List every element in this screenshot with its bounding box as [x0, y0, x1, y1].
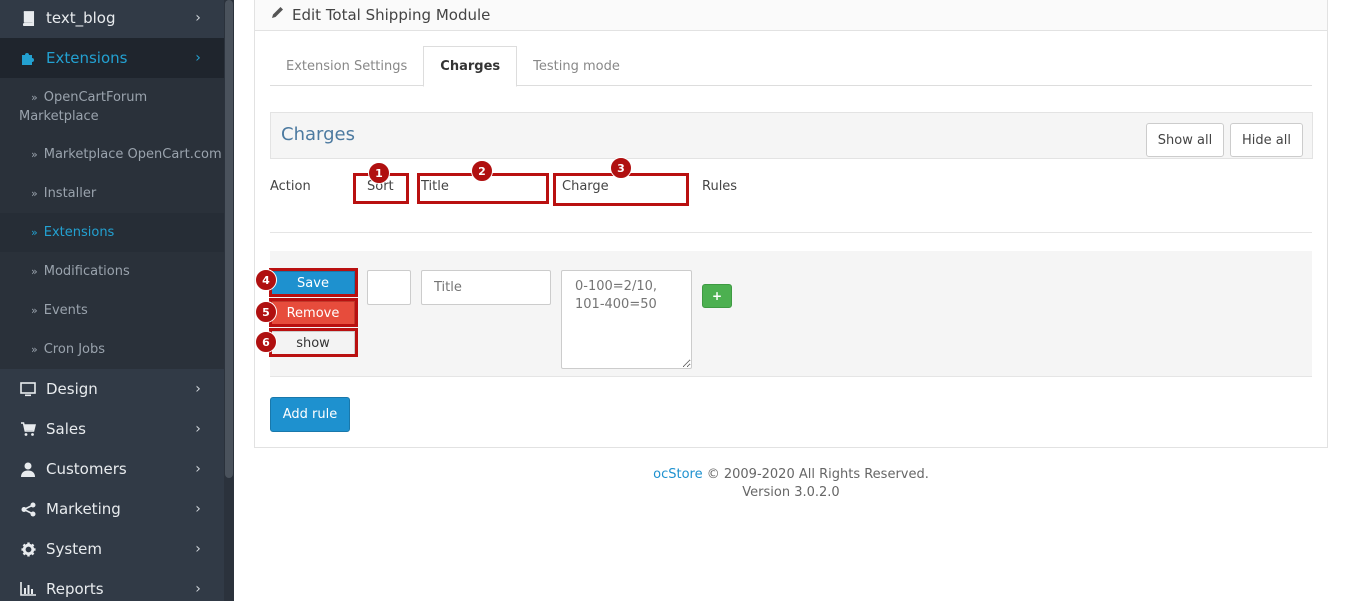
chevron-right-icon: ›	[195, 461, 201, 477]
edit-module-panel: Edit Total Shipping Module Extension Set…	[254, 0, 1328, 448]
double-chevron-icon: »	[31, 343, 38, 356]
double-chevron-icon: »	[31, 148, 38, 161]
sidebar-item-reports[interactable]: Reports ›	[0, 569, 224, 601]
chevron-right-icon: ›	[195, 50, 201, 66]
sort-input[interactable]	[367, 270, 411, 305]
charge-textarea[interactable]	[561, 270, 692, 369]
sidebar-subitem-installer[interactable]: » Installer	[0, 184, 224, 203]
sidebar-subitem-label: Extensions	[43, 225, 115, 240]
tab-testing-mode[interactable]: Testing mode	[517, 46, 636, 86]
sidebar-item-sales[interactable]: Sales ›	[0, 409, 224, 449]
chevron-right-icon: ›	[195, 581, 201, 597]
sidebar-subitem-label: Events	[43, 303, 88, 318]
chevron-right-icon: ›	[195, 421, 201, 437]
bar-chart-icon	[18, 582, 38, 596]
section-title: Charges	[281, 124, 355, 145]
annotation-badge-1: 1	[368, 162, 390, 184]
column-header-rules: Rules	[702, 179, 738, 194]
tab-bar: Extension Settings Charges Testing mode	[270, 46, 1312, 87]
annotation-badge-5: 5	[255, 301, 277, 323]
sidebar-subitem-extensions[interactable]: » Extensions	[0, 213, 224, 252]
sidebar-item-design[interactable]: Design ›	[0, 369, 224, 409]
annotation-badge-6: 6	[255, 331, 277, 353]
cart-icon	[18, 421, 38, 437]
sidebar-item-label: Design	[46, 380, 98, 398]
user-icon	[18, 462, 38, 477]
tab-charges[interactable]: Charges	[423, 46, 518, 87]
sidebar-item-label: Reports	[46, 580, 104, 598]
hide-all-button[interactable]: Hide all	[1230, 123, 1303, 157]
sidebar-item-label: Marketing	[46, 500, 121, 518]
sidebar-subitem-cron-jobs[interactable]: » Cron Jobs	[0, 340, 224, 359]
highlight-box-save	[269, 268, 358, 297]
double-chevron-icon: »	[31, 91, 38, 104]
annotation-badge-4: 4	[255, 269, 277, 291]
puzzle-icon	[18, 50, 38, 66]
ocstore-link[interactable]: ocStore	[653, 467, 702, 482]
tab-extension-settings[interactable]: Extension Settings	[270, 46, 423, 86]
monitor-icon	[18, 381, 38, 397]
sidebar-item-system[interactable]: System ›	[0, 529, 224, 569]
panel-heading: Edit Total Shipping Module	[255, 0, 1327, 31]
double-chevron-icon: »	[31, 304, 38, 317]
sidebar-item-marketing[interactable]: Marketing ›	[0, 489, 224, 529]
highlight-box-show	[269, 328, 358, 357]
copyright-text: © 2009-2020 All Rights Reserved.	[702, 467, 929, 482]
sidebar-item-customers[interactable]: Customers ›	[0, 449, 224, 489]
book-icon	[18, 10, 38, 26]
show-all-button[interactable]: Show all	[1146, 123, 1224, 157]
chevron-right-icon: ›	[195, 541, 201, 557]
sidebar-item-label: Extensions	[46, 49, 128, 67]
double-chevron-icon: »	[31, 265, 38, 278]
double-chevron-icon: »	[31, 187, 38, 200]
sidebar-subitem-marketplace[interactable]: » Marketplace OpenCart.com	[0, 145, 224, 164]
panel-title: Edit Total Shipping Module	[292, 5, 491, 24]
sidebar-subitem-label: Cron Jobs	[43, 342, 106, 357]
sidebar-subitem-opencartforum[interactable]: » OpenCartForum Marketplace	[0, 88, 224, 126]
sidebar-item-label: text_blog	[46, 9, 116, 27]
sidebar-subitem-label: Installer	[43, 186, 97, 201]
chevron-right-icon: ›	[195, 501, 201, 517]
sidebar-subitem-label: Modifications	[43, 264, 130, 279]
annotation-badge-2: 2	[471, 160, 493, 182]
sidebar-scrollbar-thumb[interactable]	[225, 0, 233, 478]
sidebar-subitem-label: OpenCartForum Marketplace	[19, 90, 148, 124]
sidebar-subitem-label: Marketplace OpenCart.com	[43, 147, 222, 162]
gear-icon	[18, 541, 38, 557]
sidebar-scrollbar[interactable]	[224, 0, 234, 601]
sidebar-item-label: Customers	[46, 460, 127, 478]
chevron-right-icon: ›	[195, 10, 201, 26]
footer: ocStore © 2009-2020 All Rights Reserved.…	[254, 466, 1328, 502]
double-chevron-icon: »	[31, 226, 38, 239]
title-input[interactable]	[421, 270, 551, 305]
sidebar-item-label: System	[46, 540, 102, 558]
sidebar-subitem-events[interactable]: » Events	[0, 301, 224, 320]
version-text: Version 3.0.2.0	[742, 485, 840, 500]
add-rule-plus-button[interactable]: +	[702, 284, 732, 308]
annotation-badge-3: 3	[610, 157, 632, 179]
pencil-icon	[271, 6, 284, 23]
highlight-box-remove	[269, 298, 358, 327]
sidebar-subitem-modifications[interactable]: » Modifications	[0, 262, 224, 281]
column-header-action: Action	[270, 179, 311, 194]
share-icon	[18, 502, 38, 517]
sidebar-item-extensions[interactable]: Extensions ›	[0, 38, 224, 78]
add-rule-button[interactable]: Add rule	[270, 397, 350, 432]
sidebar-item-label: Sales	[46, 420, 86, 438]
chevron-right-icon: ›	[195, 381, 201, 397]
charges-section-header: Charges Show all Hide all	[270, 112, 1313, 159]
divider	[270, 232, 1312, 233]
sidebar-item-text-blog[interactable]: text_blog ›	[0, 0, 224, 38]
sidebar: text_blog › Extensions › » OpenCartForum …	[0, 0, 234, 601]
footer-copyright-line: ocStore © 2009-2020 All Rights Reserved.	[254, 466, 1328, 484]
